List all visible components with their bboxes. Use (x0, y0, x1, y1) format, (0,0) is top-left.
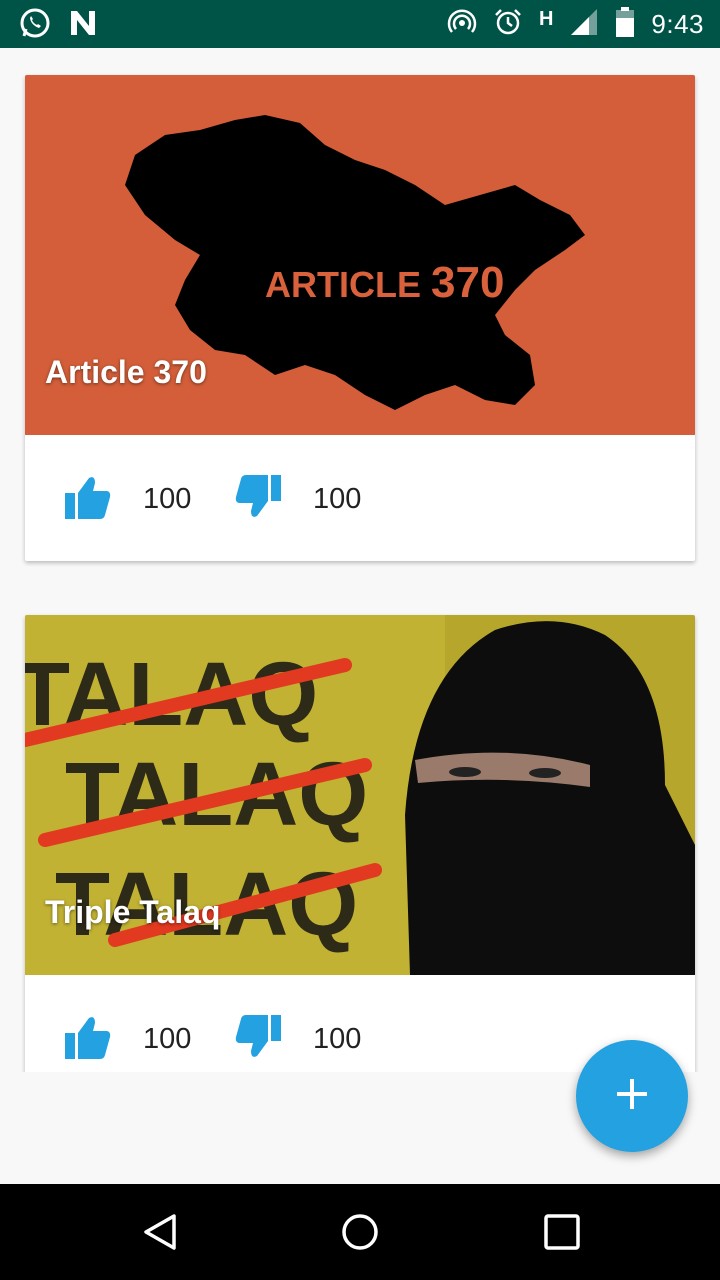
post-title: Triple Talaq (45, 894, 221, 930)
post-card[interactable]: TALAQ TALAQ TALAQ Triple Talaq (25, 615, 695, 1072)
battery-icon (615, 6, 635, 43)
post-card[interactable]: ARTICLE 370 Article 370 100 100 (25, 75, 695, 561)
thumbs-down-icon (235, 1015, 281, 1064)
plus-icon (616, 1078, 648, 1115)
post-actions: 100 100 (25, 435, 695, 561)
network-type-label: H (538, 7, 554, 30)
back-icon[interactable] (140, 1212, 180, 1252)
whatsapp-icon (18, 6, 52, 45)
dislike-button[interactable]: 100 (235, 1015, 361, 1064)
like-button[interactable]: 100 (65, 1015, 191, 1064)
post-list[interactable]: ARTICLE 370 Article 370 100 100 TALAQ TA… (0, 48, 720, 1072)
post-image-article-370[interactable]: ARTICLE 370 Article 370 (25, 75, 695, 435)
post-title: Article 370 (45, 354, 207, 390)
post-image-triple-talaq[interactable]: TALAQ TALAQ TALAQ Triple Talaq (25, 615, 695, 975)
status-time: 9:43 (651, 8, 704, 39)
status-bar: H 9:43 (0, 0, 720, 48)
like-count: 100 (143, 1023, 192, 1055)
dislike-button[interactable]: 100 (235, 475, 361, 524)
n-notification-icon (68, 8, 98, 43)
dislike-count: 100 (313, 1023, 362, 1055)
thumbs-down-icon (235, 475, 281, 524)
recents-icon[interactable] (542, 1212, 582, 1252)
thumbs-up-icon (65, 1015, 111, 1064)
alarm-icon (493, 7, 523, 42)
like-count: 100 (143, 483, 192, 515)
svg-text:ARTICLE 370: ARTICLE 370 (265, 258, 504, 307)
dislike-count: 100 (313, 483, 362, 515)
thumbs-up-icon (65, 475, 111, 524)
navigation-bar (0, 1184, 720, 1280)
like-button[interactable]: 100 (65, 475, 191, 524)
home-icon[interactable] (340, 1212, 380, 1252)
add-post-button[interactable] (576, 1040, 688, 1152)
hotspot-icon (447, 7, 477, 42)
signal-icon (569, 7, 599, 42)
